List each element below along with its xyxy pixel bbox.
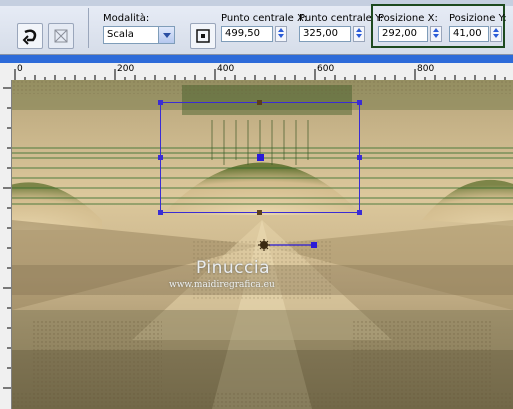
center-handle[interactable] xyxy=(257,154,264,161)
pos-y-spinner[interactable] xyxy=(490,26,502,42)
tool-options-bar: Modalità: Scala Punto centrale X: 499,50… xyxy=(0,0,513,55)
target-frame-icon xyxy=(196,29,210,43)
resize-handle[interactable] xyxy=(158,210,163,215)
pos-x-field[interactable]: 292,00 xyxy=(378,26,428,42)
pos-y-field[interactable]: 41,00 xyxy=(449,26,489,42)
resize-handle[interactable] xyxy=(357,100,362,105)
resize-handle[interactable] xyxy=(158,155,163,160)
center-x-field[interactable]: 499,50 xyxy=(221,26,273,42)
pos-y-label: Posizione Y: xyxy=(449,13,507,24)
mode-select[interactable]: Scala xyxy=(103,26,175,44)
center-x-spinner[interactable] xyxy=(275,26,287,42)
toolbar-separator xyxy=(88,8,89,48)
ruler-ticks xyxy=(3,87,11,389)
mode-label: Modalità: xyxy=(103,13,150,24)
ruler-tick-label: 400 xyxy=(217,64,235,74)
ruler-tick-label: 800 xyxy=(417,64,435,74)
pos-x-spinner[interactable] xyxy=(430,26,442,42)
window-title-band xyxy=(0,55,513,63)
rotate-icon xyxy=(22,29,37,45)
ruler-tick-label: 200 xyxy=(117,64,135,74)
horizontal-ruler[interactable]: 0 200 400 600 800 xyxy=(0,63,513,81)
resize-handle[interactable] xyxy=(257,100,262,105)
pos-x-label: Posizione X: xyxy=(378,13,438,24)
watermark-url: www.maidiregrafica.eu xyxy=(169,280,275,290)
mode-select-value: Scala xyxy=(107,29,134,40)
center-y-spinner[interactable] xyxy=(353,26,365,42)
rotate-button[interactable] xyxy=(17,23,43,49)
ruler-tick-label: 600 xyxy=(317,64,335,74)
resize-handle[interactable] xyxy=(357,210,362,215)
center-y-field[interactable]: 325,00 xyxy=(299,26,351,42)
ruler-ticks xyxy=(14,69,506,80)
resize-handle[interactable] xyxy=(257,210,262,215)
resize-handle[interactable] xyxy=(357,155,362,160)
center-x-label: Punto centrale X: xyxy=(221,13,308,24)
watermark-name: Pinuccia xyxy=(196,258,270,278)
ruler-tick-label: 0 xyxy=(17,64,23,74)
reset-button[interactable] xyxy=(48,23,74,49)
chevron-down-icon[interactable] xyxy=(158,27,174,43)
position-button[interactable] xyxy=(190,23,216,49)
reset-shape-icon xyxy=(54,29,68,43)
resize-handle[interactable] xyxy=(158,100,163,105)
vertical-ruler[interactable] xyxy=(0,80,12,409)
